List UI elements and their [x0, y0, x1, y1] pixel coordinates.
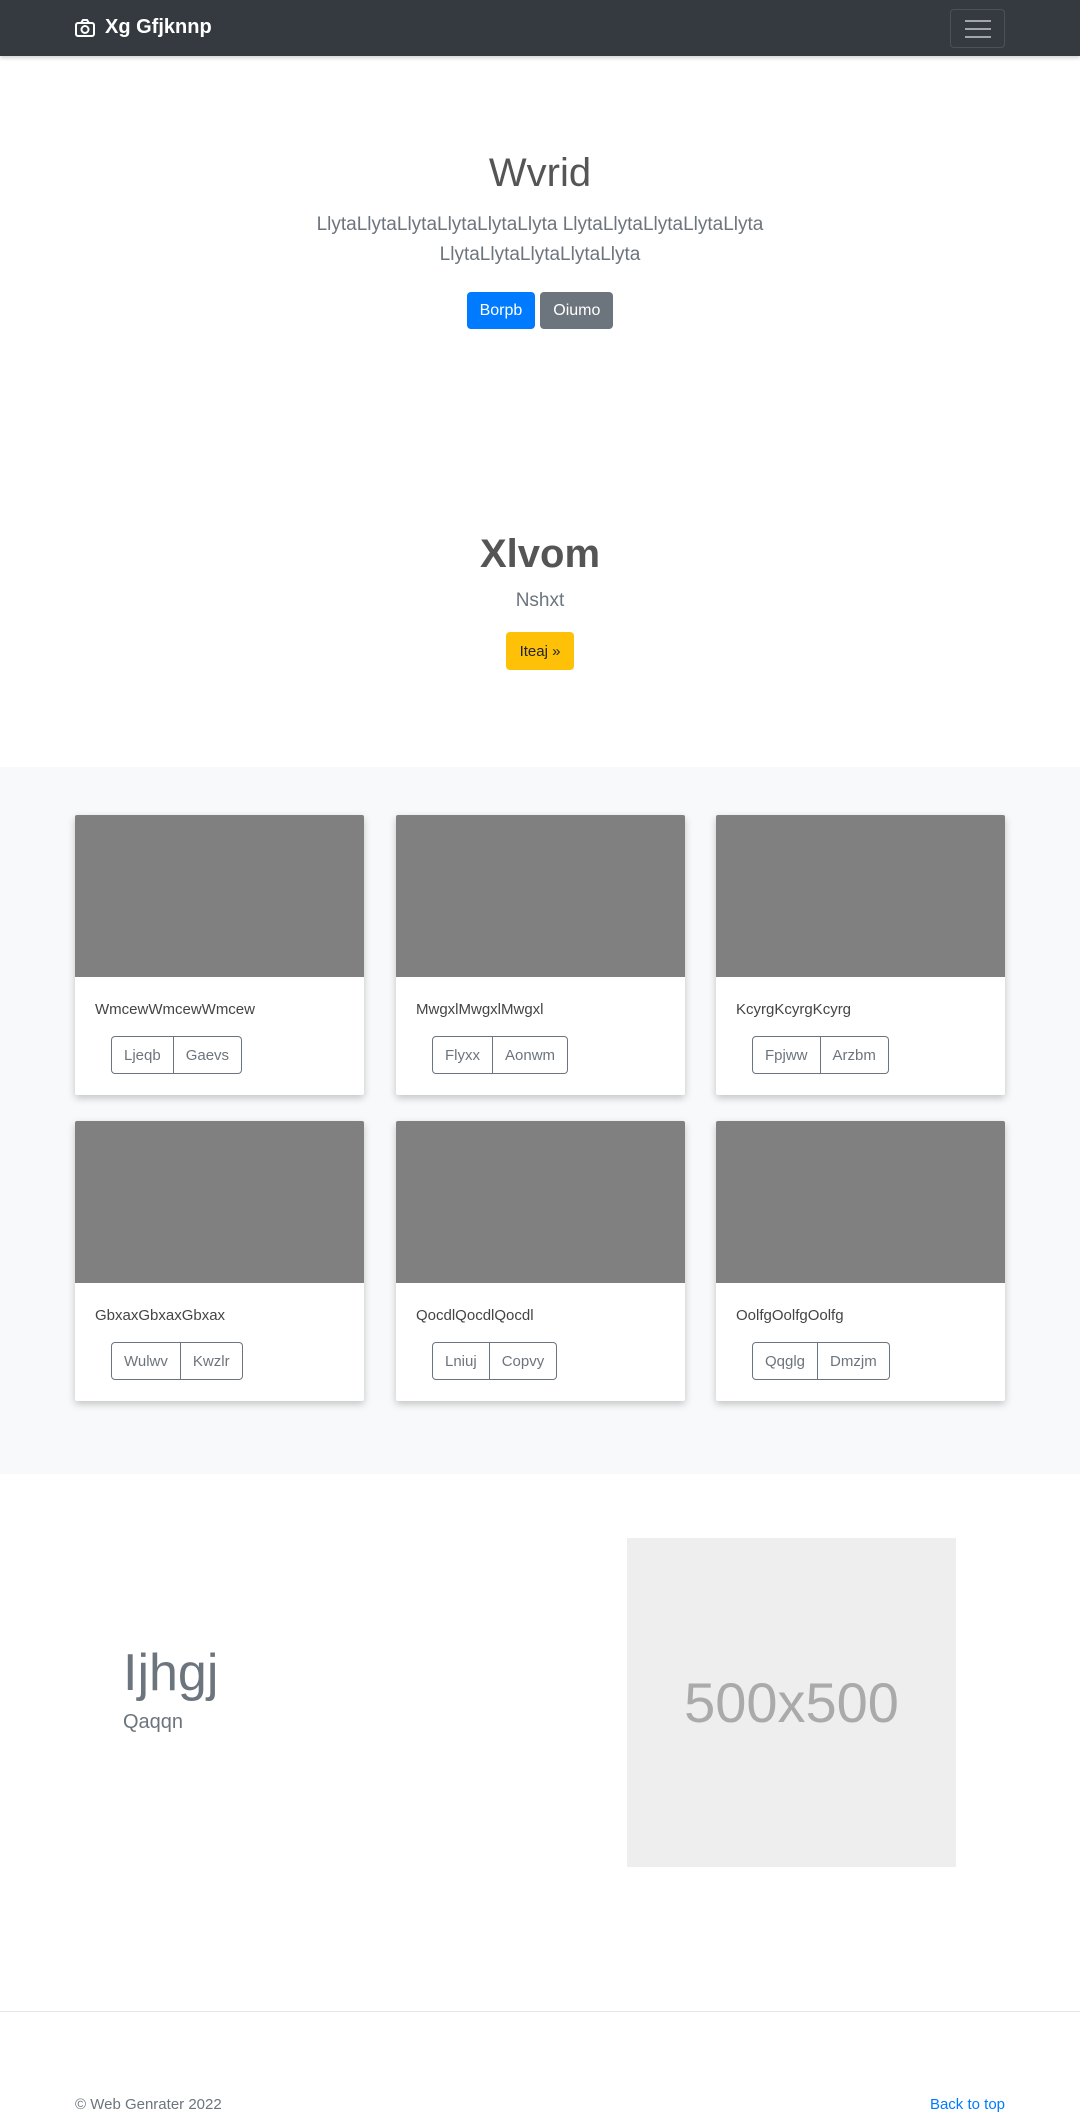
card-button[interactable]: Gaevs [173, 1036, 243, 1074]
jumbotron-button[interactable]: Iteaj » [506, 632, 574, 670]
jumbotron-subtitle: Nshxt [515, 590, 565, 611]
card-button[interactable]: Aonwm [493, 1036, 569, 1074]
navbar-toggler-button[interactable] [950, 9, 1005, 48]
footer-copyright: © Web Genrater 2022 [75, 2096, 222, 2113]
feature-heading: Ijhgj [123, 1644, 219, 1702]
card-button[interactable]: Copvy [489, 1342, 558, 1380]
card: MwgxlMwgxlMwgxl Flyxx Aonwm [396, 815, 685, 1095]
card-text: WmcewWmcewWmcew [95, 1001, 255, 1018]
navbar: Xg Gfjknnp [0, 0, 1080, 56]
brand-link[interactable]: Xg Gfjknnp [75, 16, 212, 39]
card-image [716, 1121, 1005, 1283]
card-button[interactable]: Ljeqb [111, 1036, 174, 1074]
card: OolfgOolfgOolfg Qqglg Dmzjm [716, 1121, 1005, 1401]
card-button[interactable]: Flyxx [432, 1036, 493, 1074]
footer-divider [0, 2011, 1080, 2012]
placeholder-image: 500x500 [627, 1538, 956, 1867]
card-image [716, 815, 1005, 977]
card-button[interactable]: Lniuj [432, 1342, 490, 1380]
card-image [396, 1121, 685, 1283]
card-button[interactable]: Qqglg [752, 1342, 819, 1380]
back-to-top-link[interactable]: Back to top [930, 2096, 1005, 2113]
camera-icon [75, 18, 95, 37]
card-button-group: Ljeqb Gaevs [111, 1036, 243, 1074]
card-button[interactable]: Arzbm [820, 1036, 889, 1074]
card-button-group: Wulwv Kwzlr [111, 1342, 243, 1380]
hero-primary-button[interactable]: Borpb [466, 292, 536, 329]
card-button-group: Fpjww Arzbm [752, 1036, 889, 1074]
card-image [396, 815, 685, 977]
card-button[interactable]: Kwzlr [180, 1342, 243, 1380]
album-section: WmcewWmcewWmcew Ljeqb Gaevs MwgxlMwgxlMw… [0, 767, 1080, 1474]
card: GbxaxGbxaxGbxax Wulwv Kwzlr [75, 1121, 364, 1401]
card-button[interactable]: Wulwv [111, 1342, 181, 1380]
card: QocdlQocdlQocdl Lniuj Copvy [396, 1121, 685, 1401]
card: KcyrgKcyrgKcyrg Fpjww Arzbm [716, 815, 1005, 1095]
hero-buttons: Borpb Oiumo [0, 292, 1080, 329]
card-text: OolfgOolfgOolfg [736, 1307, 844, 1324]
card-button-group: Qqglg Dmzjm [752, 1342, 890, 1380]
feature-subheading: Qaqqn [123, 1711, 184, 1733]
card-button-group: Flyxx Aonwm [432, 1036, 569, 1074]
card-button[interactable]: Dmzjm [818, 1342, 890, 1380]
card-text: GbxaxGbxaxGbxax [95, 1307, 226, 1324]
hero-secondary-button[interactable]: Oiumo [540, 292, 614, 329]
hamburger-icon [964, 19, 991, 22]
hero-title: Wvrid [488, 151, 592, 195]
hero-lead: LlytaLlytaLlytaLlytaLlytaLlyta LlytaLlyt… [316, 214, 764, 265]
card-text: KcyrgKcyrgKcyrg [736, 1001, 852, 1018]
card-button-group: Lniuj Copvy [432, 1342, 558, 1380]
card-text: MwgxlMwgxlMwgxl [416, 1001, 544, 1018]
card-image [75, 1121, 364, 1283]
brand-title: Xg Gfjknnp [105, 16, 212, 38]
card-text: QocdlQocdlQocdl [416, 1307, 534, 1324]
card-button[interactable]: Fpjww [752, 1036, 821, 1074]
jumbotron-title: Xlvom [479, 532, 601, 576]
card-image [75, 815, 364, 977]
card: WmcewWmcewWmcew Ljeqb Gaevs [75, 815, 364, 1095]
